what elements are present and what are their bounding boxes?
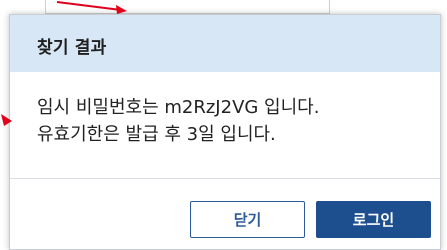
validity-period-message: 유효기한은 발급 후 3일 입니다.: [37, 124, 276, 145]
footer-divider: [10, 178, 440, 179]
screenshot-stage: 찾기 결과 임시 비밀번호는 m2RzJ2VG 입니다. 유효기한은 발급 후 …: [0, 0, 447, 250]
dialog-header: 찾기 결과: [10, 15, 440, 72]
dialog-title: 찾기 결과: [37, 38, 107, 58]
dialog-body: 임시 비밀번호는 m2RzJ2VG 입니다. 유효기한은 발급 후 3일 입니다…: [10, 72, 440, 178]
background-page-edge-right: [441, 0, 447, 250]
close-button[interactable]: 닫기: [190, 201, 305, 238]
background-input-field: [45, 0, 330, 14]
find-result-dialog: 찾기 결과 임시 비밀번호는 m2RzJ2VG 입니다. 유효기한은 발급 후 …: [9, 14, 441, 250]
temporary-password-message: 임시 비밀번호는 m2RzJ2VG 입니다.: [37, 97, 320, 118]
background-page-edge-left: [0, 0, 9, 250]
login-button[interactable]: 로그인: [316, 201, 431, 238]
